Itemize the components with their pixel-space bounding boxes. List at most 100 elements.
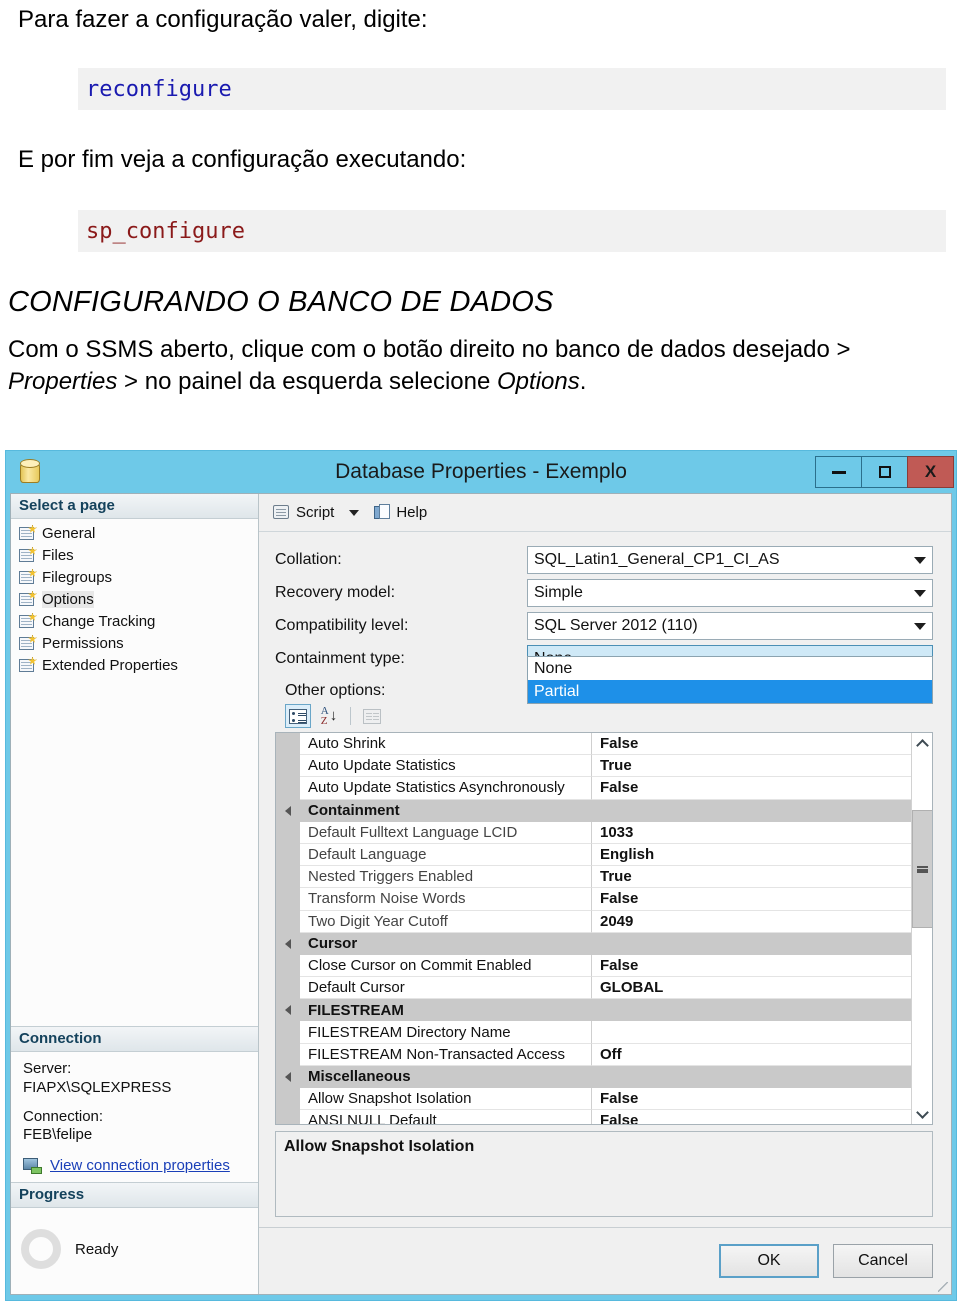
sidebar-item-permissions[interactable]: Permissions bbox=[17, 632, 258, 654]
table-row[interactable]: Default Cursor GLOBAL bbox=[276, 977, 911, 1000]
script-button[interactable]: Script bbox=[269, 502, 337, 523]
property-value: False bbox=[592, 954, 911, 978]
select-a-page-header: Select a page bbox=[11, 494, 258, 519]
chevron-down-icon bbox=[914, 589, 926, 597]
property-name: Auto Shrink bbox=[300, 733, 592, 756]
property-name: Auto Update Statistics Asynchronously bbox=[300, 777, 592, 800]
page-icon bbox=[19, 634, 37, 651]
collapse-toggle[interactable] bbox=[276, 999, 300, 1022]
sidebar-item-change-tracking[interactable]: Change Tracking bbox=[17, 610, 258, 632]
property-value: English bbox=[592, 843, 911, 867]
minimize-button[interactable] bbox=[815, 456, 862, 488]
connection-header: Connection bbox=[11, 1026, 258, 1052]
row-gutter bbox=[276, 1043, 300, 1066]
property-value: 2049 bbox=[592, 910, 911, 933]
collation-select[interactable]: SQL_Latin1_General_CP1_CI_AS bbox=[527, 546, 933, 574]
collapse-toggle[interactable] bbox=[276, 799, 300, 822]
table-row[interactable]: Auto Update Statistics True bbox=[276, 755, 911, 778]
table-row[interactable]: Default Fulltext Language LCID 1033 bbox=[276, 821, 911, 844]
dropdown-option-partial[interactable]: Partial bbox=[528, 680, 932, 703]
sidebar-item-label: Options bbox=[42, 590, 94, 608]
alphabetical-sort-icon: A Z ↓ bbox=[320, 704, 338, 727]
row-gutter bbox=[276, 954, 300, 978]
property-grid: Auto Shrink False Auto Update Statistics… bbox=[275, 732, 933, 1125]
compatibility-level-select[interactable]: SQL Server 2012 (110) bbox=[527, 612, 933, 640]
options-pane: Script Help Collation: SQL_Latin1_Genera… bbox=[259, 494, 951, 1294]
table-row[interactable]: ANSI NULL Default False bbox=[276, 1110, 911, 1124]
table-row[interactable]: Transform Noise Words False bbox=[276, 888, 911, 911]
row-gutter bbox=[276, 866, 300, 889]
category-row-cursor[interactable]: Cursor bbox=[276, 932, 911, 955]
containment-type-dropdown-list[interactable]: None Partial bbox=[527, 656, 933, 704]
close-button[interactable]: X bbox=[907, 456, 954, 488]
category-name: FILESTREAM bbox=[300, 999, 911, 1022]
intro-line-2: E por fim veja a configuração executando… bbox=[18, 146, 467, 173]
view-connection-properties-link[interactable]: View connection properties bbox=[50, 1157, 230, 1174]
table-row[interactable]: Default Language English bbox=[276, 843, 911, 867]
dropdown-option-none[interactable]: None bbox=[528, 657, 932, 680]
table-row[interactable]: Auto Shrink False bbox=[276, 733, 911, 756]
code-block-reconfigure: reconfigure bbox=[78, 68, 946, 110]
property-value: False bbox=[592, 777, 911, 800]
help-button[interactable]: Help bbox=[371, 502, 430, 523]
category-row-miscellaneous[interactable]: Miscellaneous bbox=[276, 1065, 911, 1088]
window-controls: X bbox=[815, 456, 954, 488]
connection-body: Server: FIAPX\SQLEXPRESS Connection: FEB… bbox=[11, 1052, 258, 1182]
sidebar-item-files[interactable]: Files bbox=[17, 544, 258, 566]
body-text-part-3: . bbox=[579, 367, 587, 395]
sidebar-item-extended-properties[interactable]: Extended Properties bbox=[17, 654, 258, 676]
category-row-containment[interactable]: Containment bbox=[276, 799, 911, 822]
containment-type-label: Containment type: bbox=[275, 650, 405, 667]
collation-value: SQL_Latin1_General_CP1_CI_AS bbox=[534, 551, 780, 568]
table-row[interactable]: Close Cursor on Commit Enabled False bbox=[276, 954, 911, 978]
sidebar-item-label: Files bbox=[42, 546, 74, 564]
alphabetical-sort-button[interactable]: A Z ↓ bbox=[316, 704, 342, 728]
page-icon bbox=[19, 612, 37, 629]
recovery-model-select[interactable]: Simple bbox=[527, 579, 933, 607]
row-gutter bbox=[276, 843, 300, 867]
sidebar-item-options[interactable]: Options bbox=[17, 588, 258, 610]
table-row[interactable]: Two Digit Year Cutoff 2049 bbox=[276, 910, 911, 933]
property-pages-button[interactable] bbox=[359, 704, 385, 728]
connection-value: FEB\felipe bbox=[23, 1126, 93, 1144]
table-row[interactable]: Auto Update Statistics Asynchronously Fa… bbox=[276, 777, 911, 800]
field-row-collation: Collation: SQL_Latin1_General_CP1_CI_AS bbox=[269, 544, 933, 576]
category-row-filestream[interactable]: FILESTREAM bbox=[276, 999, 911, 1022]
table-row[interactable]: Allow Snapshot Isolation False bbox=[276, 1088, 911, 1111]
body-text-part-1: Com o SSMS aberto, clique com o botão di… bbox=[8, 336, 851, 363]
scroll-up-button[interactable] bbox=[911, 733, 932, 754]
ok-button[interactable]: OK bbox=[719, 1244, 819, 1278]
property-name: Allow Snapshot Isolation bbox=[300, 1088, 592, 1111]
window-titlebar[interactable]: Database Properties - Exemplo X bbox=[6, 451, 956, 493]
table-row[interactable]: FILESTREAM Non-Transacted Access Off bbox=[276, 1043, 911, 1066]
collapse-toggle[interactable] bbox=[276, 1065, 300, 1088]
categorized-view-button[interactable] bbox=[285, 704, 311, 728]
view-connection-properties-row[interactable]: View connection properties bbox=[23, 1157, 250, 1174]
chevron-down-icon bbox=[915, 1105, 929, 1119]
sidebar-item-filegroups[interactable]: Filegroups bbox=[17, 566, 258, 588]
table-row[interactable]: Nested Triggers Enabled True bbox=[276, 866, 911, 889]
property-value: False bbox=[592, 1110, 911, 1124]
property-name: Default Language bbox=[300, 843, 592, 867]
property-name: Default Cursor bbox=[300, 977, 592, 1000]
collapse-toggle[interactable] bbox=[276, 932, 300, 955]
sidebar-item-general[interactable]: General bbox=[17, 522, 258, 544]
property-grid-rows: Auto Shrink False Auto Update Statistics… bbox=[276, 733, 911, 1124]
property-pages-icon bbox=[363, 708, 381, 724]
property-grid-scrollbar[interactable] bbox=[911, 733, 932, 1124]
cancel-button[interactable]: Cancel bbox=[833, 1244, 933, 1278]
scrollbar-track[interactable] bbox=[911, 754, 932, 1103]
progress-body: Ready bbox=[11, 1208, 258, 1294]
server-value: FIAPX\SQLEXPRESS bbox=[23, 1078, 172, 1096]
sidebar-item-label: Change Tracking bbox=[42, 612, 156, 630]
chevron-down-icon[interactable] bbox=[349, 509, 360, 516]
progress-status: Ready bbox=[75, 1240, 119, 1258]
row-gutter bbox=[276, 821, 300, 844]
scroll-down-button[interactable] bbox=[911, 1103, 932, 1124]
section-heading: CONFIGURANDO O BANCO DE DADOS bbox=[8, 286, 554, 318]
database-properties-window: Database Properties - Exemplo X Select a… bbox=[5, 450, 957, 1301]
resize-grip[interactable] bbox=[938, 1282, 948, 1292]
maximize-button[interactable] bbox=[861, 456, 908, 488]
table-row[interactable]: FILESTREAM Directory Name bbox=[276, 1021, 911, 1044]
scrollbar-thumb[interactable] bbox=[911, 810, 932, 928]
